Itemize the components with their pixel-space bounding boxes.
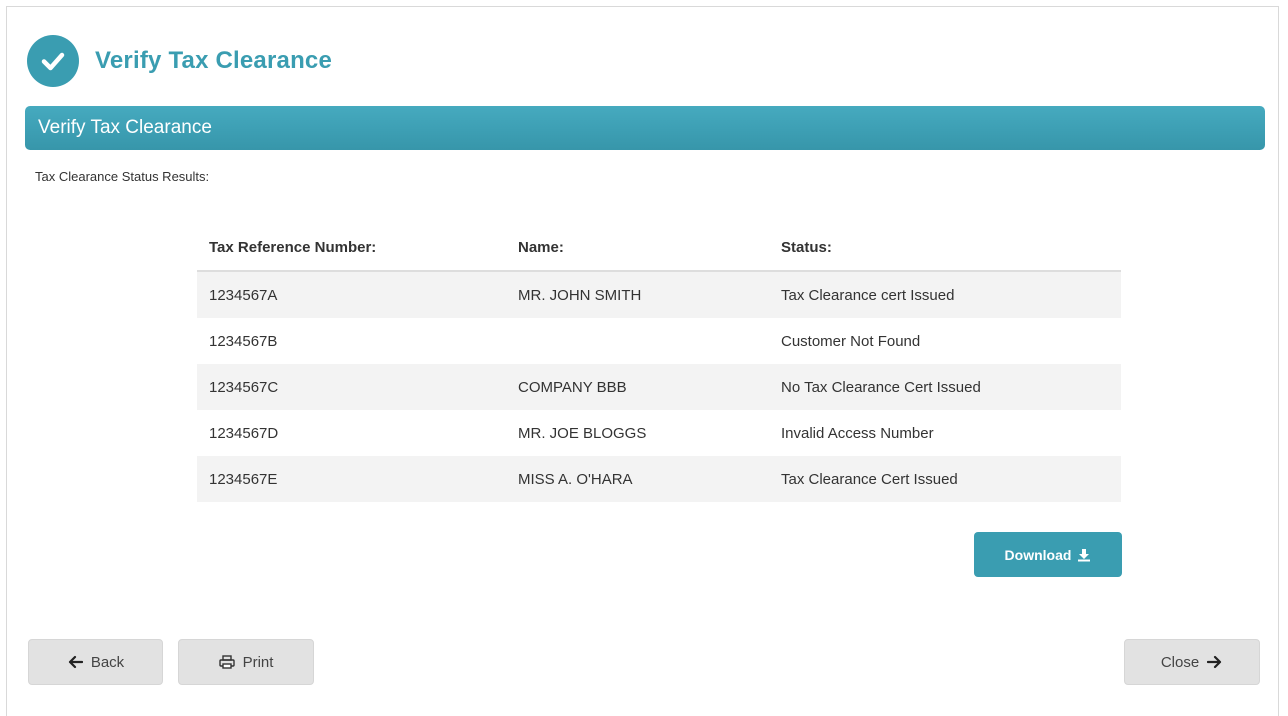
- cell-status: Customer Not Found: [781, 332, 921, 350]
- print-button[interactable]: Print: [178, 639, 314, 685]
- cell-name: MISS A. O'HARA: [506, 456, 769, 502]
- cell-status: Tax Clearance Cert Issued: [769, 456, 1121, 502]
- arrow-left-icon: [67, 655, 83, 669]
- cell-status: Invalid Access Number: [781, 424, 934, 442]
- table-row: 1234567D MR. JOE BLOGGS Invalid Access N…: [197, 410, 1121, 456]
- cell-status: No Tax Clearance Cert Issued: [769, 364, 1121, 410]
- back-button-label: Back: [90, 653, 125, 671]
- cell-name: MR. JOE BLOGGS: [518, 424, 647, 442]
- arrow-right-icon: [1207, 655, 1223, 669]
- page-frame: Verify Tax Clearance Verify Tax Clearanc…: [6, 6, 1279, 716]
- cell-name: COMPANY BBB: [506, 364, 769, 410]
- section-title: Verify Tax Clearance: [38, 117, 212, 138]
- table-header-row: Tax Reference Number: Name: Status:: [197, 224, 1121, 272]
- page-title: Verify Tax Clearance: [95, 47, 333, 74]
- printer-icon: [218, 655, 235, 669]
- page-header: Verify Tax Clearance: [27, 35, 332, 87]
- cell-status: Tax Clearance cert Issued: [769, 271, 1121, 318]
- cell-name: MR. JOHN SMITH: [506, 271, 769, 318]
- cell-tax-reference: 1234567E: [197, 456, 506, 502]
- column-header-status: Status:: [769, 224, 1121, 272]
- column-header-name: Name:: [506, 224, 769, 272]
- table-row: 1234567A MR. JOHN SMITH Tax Clearance ce…: [197, 271, 1121, 318]
- back-button[interactable]: Back: [28, 639, 163, 685]
- close-button[interactable]: Close: [1124, 639, 1260, 685]
- download-button[interactable]: Download: [974, 532, 1122, 577]
- cell-tax-reference: 1234567D: [209, 424, 279, 442]
- results-table: Tax Reference Number: Name: Status: 1234…: [197, 224, 1121, 502]
- cell-tax-reference: 1234567A: [197, 271, 506, 318]
- results-label: Tax Clearance Status Results:: [35, 169, 210, 184]
- print-button-label: Print: [242, 653, 274, 671]
- table-row: 1234567B Customer Not Found: [197, 318, 1121, 364]
- table-row: 1234567C COMPANY BBB No Tax Clearance Ce…: [197, 364, 1121, 410]
- column-header-tax-reference: Tax Reference Number:: [197, 224, 506, 272]
- download-button-label: Download: [1004, 546, 1072, 563]
- cell-tax-reference: 1234567B: [209, 332, 278, 350]
- check-circle-icon: [27, 35, 79, 87]
- download-icon: [1077, 548, 1091, 562]
- cell-name: [506, 318, 769, 364]
- section-header-bar: Verify Tax Clearance: [25, 106, 1265, 150]
- cell-tax-reference: 1234567C: [197, 364, 506, 410]
- table-row: 1234567E MISS A. O'HARA Tax Clearance Ce…: [197, 456, 1121, 502]
- close-button-label: Close: [1160, 653, 1200, 671]
